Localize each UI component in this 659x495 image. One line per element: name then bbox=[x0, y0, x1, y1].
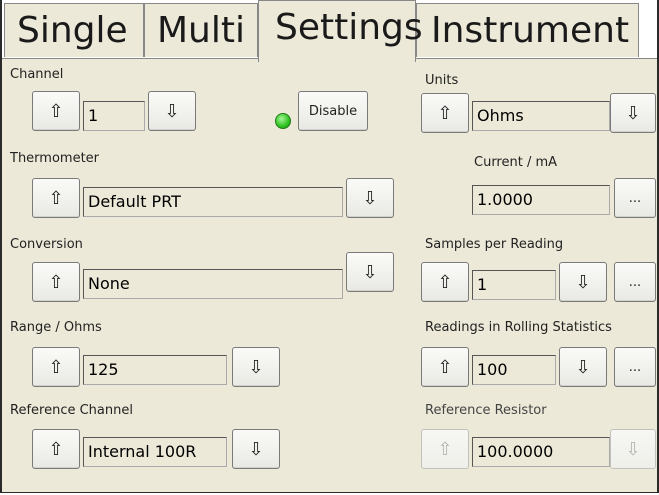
disable-button[interactable]: Disable bbox=[298, 91, 368, 131]
current-more-button[interactable]: ... bbox=[614, 178, 656, 218]
down-arrow-icon: ⇩ bbox=[362, 261, 378, 283]
down-arrow-icon: ⇩ bbox=[575, 271, 591, 293]
readings-field[interactable]: 100 bbox=[472, 355, 556, 385]
range-up-button[interactable]: ⇧ bbox=[32, 347, 80, 387]
channel-field[interactable]: 1 bbox=[83, 101, 145, 131]
down-arrow-icon: ⇩ bbox=[625, 102, 641, 124]
current-label: Current / mA bbox=[474, 155, 558, 170]
up-arrow-icon: ⇧ bbox=[48, 356, 64, 378]
range-down-button[interactable]: ⇩ bbox=[232, 347, 280, 387]
down-arrow-icon: ⇩ bbox=[575, 356, 591, 378]
ellipsis-icon: ... bbox=[628, 190, 642, 206]
tab-multi[interactable]: Multi bbox=[144, 3, 258, 57]
thermometer-label: Thermometer bbox=[10, 151, 100, 166]
units-down-button[interactable]: ⇩ bbox=[610, 93, 656, 133]
current-field[interactable]: 1.0000 bbox=[472, 185, 610, 215]
conversion-field[interactable]: None bbox=[83, 269, 343, 299]
channel-down-button[interactable]: ⇩ bbox=[148, 91, 196, 131]
readings-more-button[interactable]: ... bbox=[614, 347, 656, 387]
channel-up-button[interactable]: ⇧ bbox=[32, 91, 80, 131]
samples-up-button[interactable]: ⇧ bbox=[421, 262, 469, 302]
down-arrow-icon: ⇩ bbox=[362, 187, 378, 209]
samples-down-button[interactable]: ⇩ bbox=[559, 262, 607, 302]
reference-resistor-field[interactable]: 100.0000 bbox=[472, 437, 610, 467]
up-arrow-icon: ⇧ bbox=[437, 271, 453, 293]
tab-single[interactable]: Single bbox=[4, 3, 144, 57]
up-arrow-icon: ⇧ bbox=[437, 102, 453, 124]
readings-down-button[interactable]: ⇩ bbox=[559, 347, 607, 387]
thermometer-field[interactable]: Default PRT bbox=[83, 187, 343, 217]
down-arrow-icon: ⇩ bbox=[248, 356, 264, 378]
up-arrow-icon: ⇧ bbox=[437, 438, 453, 460]
samples-more-button[interactable]: ... bbox=[614, 262, 656, 302]
reference-channel-field[interactable]: Internal 100R bbox=[83, 437, 227, 467]
up-arrow-icon: ⇧ bbox=[48, 187, 64, 209]
down-arrow-icon: ⇩ bbox=[625, 438, 641, 460]
window-frame: Single Multi Settings Instrument Channel… bbox=[0, 0, 659, 493]
channel-label: Channel bbox=[10, 67, 64, 82]
conversion-label: Conversion bbox=[10, 237, 83, 252]
conversion-up-button[interactable]: ⇧ bbox=[32, 262, 80, 302]
thermometer-up-button[interactable]: ⇧ bbox=[32, 178, 80, 218]
settings-panel: Channel ⇧ 1 ⇩ Disable Thermometer ⇧ Defa… bbox=[2, 58, 657, 492]
ellipsis-icon: ... bbox=[628, 274, 642, 290]
up-arrow-icon: ⇧ bbox=[48, 271, 64, 293]
reference-channel-up-button[interactable]: ⇧ bbox=[32, 429, 80, 469]
tab-instrument[interactable]: Instrument bbox=[416, 3, 639, 57]
reference-channel-down-button[interactable]: ⇩ bbox=[232, 429, 280, 469]
samples-field[interactable]: 1 bbox=[472, 270, 556, 300]
up-arrow-icon: ⇧ bbox=[48, 438, 64, 460]
range-field[interactable]: 125 bbox=[83, 355, 227, 385]
readings-up-button[interactable]: ⇧ bbox=[421, 347, 469, 387]
readings-label: Readings in Rolling Statistics bbox=[425, 320, 612, 335]
units-label: Units bbox=[425, 73, 459, 88]
up-arrow-icon: ⇧ bbox=[437, 356, 453, 378]
reference-channel-label: Reference Channel bbox=[10, 403, 133, 418]
down-arrow-icon: ⇩ bbox=[164, 100, 180, 122]
units-field[interactable]: Ohms bbox=[472, 101, 610, 131]
thermometer-down-button[interactable]: ⇩ bbox=[346, 178, 394, 218]
reference-resistor-up-button[interactable]: ⇧ bbox=[421, 429, 469, 469]
samples-label: Samples per Reading bbox=[425, 237, 564, 252]
channel-status-led bbox=[275, 113, 291, 129]
ellipsis-icon: ... bbox=[628, 359, 642, 375]
units-up-button[interactable]: ⇧ bbox=[421, 93, 469, 133]
tab-settings[interactable]: Settings bbox=[258, 0, 423, 62]
up-arrow-icon: ⇧ bbox=[48, 100, 64, 122]
range-label: Range / Ohms bbox=[10, 320, 102, 335]
reference-resistor-down-button[interactable]: ⇩ bbox=[610, 429, 656, 469]
conversion-down-button[interactable]: ⇩ bbox=[346, 252, 394, 292]
tab-strip: Single Multi Settings Instrument bbox=[2, 0, 657, 62]
reference-resistor-label: Reference Resistor bbox=[425, 403, 547, 418]
down-arrow-icon: ⇩ bbox=[248, 438, 264, 460]
